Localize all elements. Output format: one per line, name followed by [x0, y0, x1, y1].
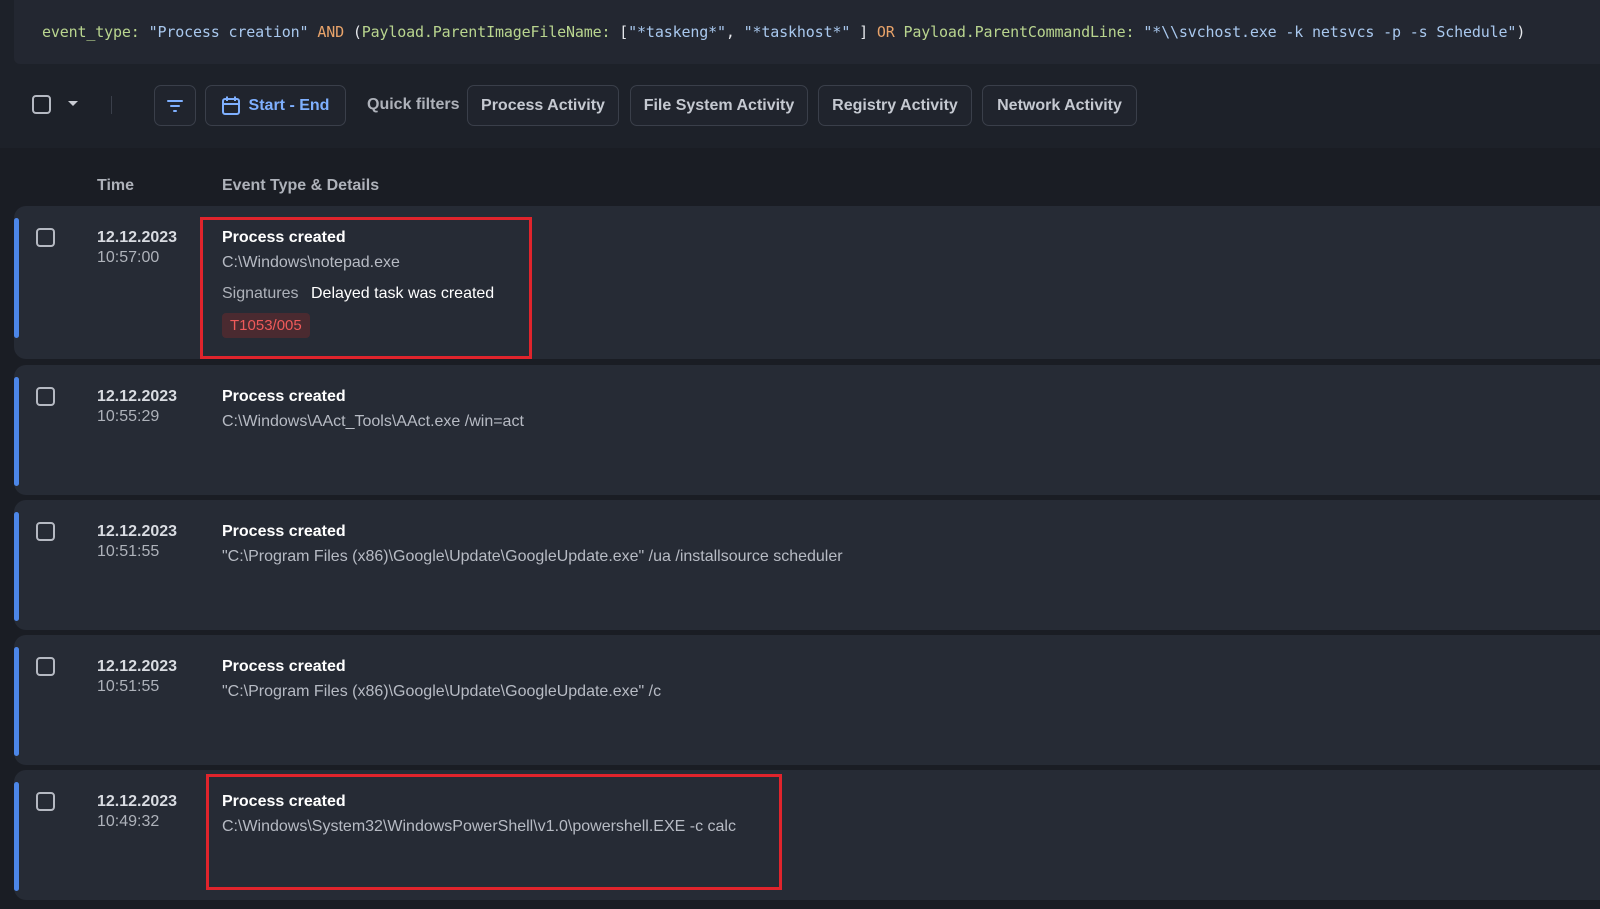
quick-filter-network-activity[interactable]: Network Activity	[982, 85, 1137, 126]
event-time: 10:57:00	[97, 249, 160, 266]
calendar-icon	[221, 96, 240, 115]
query-token: AND	[308, 23, 353, 41]
table-row[interactable]: 12.12.2023 10:55:29 Process created C:\W…	[14, 365, 1600, 495]
filter-icon	[167, 99, 183, 112]
row-accent-bar	[14, 512, 19, 621]
date-range-button[interactable]: Start - End	[205, 85, 346, 126]
query-token: ]	[850, 23, 877, 41]
row-checkbox[interactable]	[36, 657, 55, 676]
query-token: OR	[876, 23, 904, 41]
event-type: Process created	[222, 523, 346, 540]
table-row[interactable]: 12.12.2023 10:51:55 Process created "C:\…	[14, 635, 1600, 765]
row-accent-bar	[14, 218, 19, 338]
event-date: 12.12.2023	[97, 388, 178, 405]
query-bar[interactable]: event_type: "Process creation" AND (Payl…	[14, 0, 1600, 64]
query-token: "*taskeng*"	[628, 23, 726, 41]
event-date: 12.12.2023	[97, 793, 178, 810]
event-time: 10:51:55	[97, 543, 160, 560]
row-checkbox[interactable]	[36, 522, 55, 541]
chevron-down-icon[interactable]	[68, 101, 78, 106]
quick-filter-process-activity[interactable]: Process Activity	[467, 85, 619, 126]
event-type: Process created	[222, 658, 346, 675]
column-header-details[interactable]: Event Type & Details	[222, 177, 379, 195]
date-range-label: Start - End	[248, 96, 330, 114]
query-token: Payload.ParentCommandLine:	[903, 23, 1144, 41]
row-accent-bar	[14, 377, 19, 486]
event-type: Process created	[222, 388, 346, 405]
quick-filter-file-system-activity[interactable]: File System Activity	[630, 85, 808, 126]
event-command-line: "C:\Program Files (x86)\Google\Update\Go…	[222, 683, 662, 700]
quick-filter-registry-activity[interactable]: Registry Activity	[818, 85, 972, 126]
quick-filters-label: Quick filters	[367, 96, 460, 113]
query-token: "Process creation"	[148, 23, 309, 41]
highlight-box	[200, 217, 532, 359]
filter-button[interactable]	[154, 85, 196, 126]
query-token: ,	[725, 23, 744, 41]
query-token: "*\\svchost.exe -k netsvcs -p -s Schedul…	[1143, 23, 1517, 41]
row-checkbox[interactable]	[36, 792, 55, 811]
select-all-checkbox[interactable]	[32, 95, 51, 114]
row-accent-bar	[14, 782, 19, 891]
query-token: Payload.ParentImageFileName:	[361, 23, 620, 41]
toolbar-divider	[111, 96, 112, 114]
event-date: 12.12.2023	[97, 658, 178, 675]
event-time: 10:55:29	[97, 408, 160, 425]
event-time: 10:49:32	[97, 813, 160, 830]
table-row[interactable]: 12.12.2023 10:51:55 Process created "C:\…	[14, 500, 1600, 630]
query-token: )	[1516, 23, 1526, 41]
query-token: "*taskhost*"	[743, 23, 851, 41]
event-date: 12.12.2023	[97, 229, 178, 246]
column-header-time[interactable]: Time	[97, 177, 134, 195]
highlight-box	[206, 774, 782, 890]
query-token: (	[352, 23, 362, 41]
row-checkbox[interactable]	[36, 228, 55, 247]
event-command-line: "C:\Program Files (x86)\Google\Update\Go…	[222, 548, 843, 565]
query-token: event_type:	[42, 23, 149, 41]
row-checkbox[interactable]	[36, 387, 55, 406]
query-token: [	[619, 23, 629, 41]
event-command-line: C:\Windows\AAct_Tools\AAct.exe /win=act	[222, 413, 524, 430]
event-time: 10:51:55	[97, 678, 160, 695]
row-accent-bar	[14, 647, 19, 756]
event-date: 12.12.2023	[97, 523, 178, 540]
